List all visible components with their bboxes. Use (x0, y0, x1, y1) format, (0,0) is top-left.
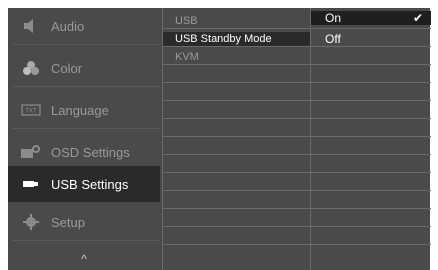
submenu-divider (163, 226, 311, 227)
submenu-divider (163, 208, 311, 209)
language-icon: TXT (20, 101, 42, 119)
options-panel: On ✔ Off (310, 8, 431, 270)
options-divider (311, 172, 431, 173)
menu-divider (12, 128, 160, 129)
gear-icon (20, 213, 42, 231)
menu-item-setup[interactable]: Setup (8, 204, 160, 240)
options-divider (311, 136, 431, 137)
menu-item-label: Language (51, 102, 109, 118)
option-label: On (325, 11, 342, 25)
options-divider (311, 244, 431, 245)
usb-icon (20, 175, 42, 193)
submenu-divider (163, 46, 311, 47)
submenu-divider (163, 28, 311, 29)
submenu-item-kvm[interactable]: KVM (163, 50, 311, 64)
options-divider (311, 190, 431, 191)
checkmark-icon: ✔ (412, 11, 423, 25)
menu-item-label: OSD Settings (51, 144, 130, 160)
menu-item-color[interactable]: Color (8, 50, 160, 86)
osd-panel: Audio Color TXT Language OSD Settings US… (8, 8, 431, 270)
menu-item-usb-settings[interactable]: USB Settings (8, 166, 160, 202)
menu-item-label: USB Settings (51, 176, 129, 192)
menu-item-language[interactable]: TXT Language (8, 92, 160, 128)
options-divider (311, 118, 431, 119)
submenu-divider (163, 190, 311, 191)
submenu-divider (163, 172, 311, 173)
menu-item-label: Audio (51, 18, 85, 34)
scroll-up-arrow[interactable]: ^ (8, 248, 160, 270)
submenu-divider (163, 154, 311, 155)
options-divider (311, 82, 431, 83)
submenu: USB USB Standby Mode KVM (162, 8, 311, 270)
color-palette-icon (20, 59, 42, 77)
main-menu: Audio Color TXT Language OSD Settings US… (8, 8, 160, 270)
menu-divider (12, 44, 160, 45)
submenu-divider (163, 100, 311, 101)
menu-item-osd-settings[interactable]: OSD Settings (8, 134, 160, 170)
submenu-item-usb-standby-mode[interactable]: USB Standby Mode (163, 32, 311, 46)
options-divider (311, 154, 431, 155)
submenu-divider (163, 118, 311, 119)
submenu-divider (163, 82, 311, 83)
svg-text:TXT: TXT (25, 109, 37, 115)
option-off[interactable]: Off (311, 32, 431, 46)
options-divider (311, 226, 431, 227)
menu-item-label: Color (51, 60, 83, 76)
options-divider (311, 208, 431, 209)
submenu-divider (163, 136, 311, 137)
menu-item-label: Setup (51, 214, 85, 230)
menu-item-audio[interactable]: Audio (8, 8, 160, 44)
options-divider (311, 46, 431, 47)
options-divider (311, 100, 431, 101)
submenu-divider (163, 64, 311, 65)
submenu-divider (163, 244, 311, 245)
options-divider (311, 64, 431, 65)
option-on[interactable]: On ✔ (311, 11, 431, 25)
options-divider (311, 28, 431, 29)
menu-divider (12, 86, 160, 87)
menu-divider (12, 240, 160, 241)
speaker-icon (20, 17, 42, 35)
osd-settings-icon (20, 143, 42, 161)
submenu-item-usb[interactable]: USB (163, 14, 311, 28)
